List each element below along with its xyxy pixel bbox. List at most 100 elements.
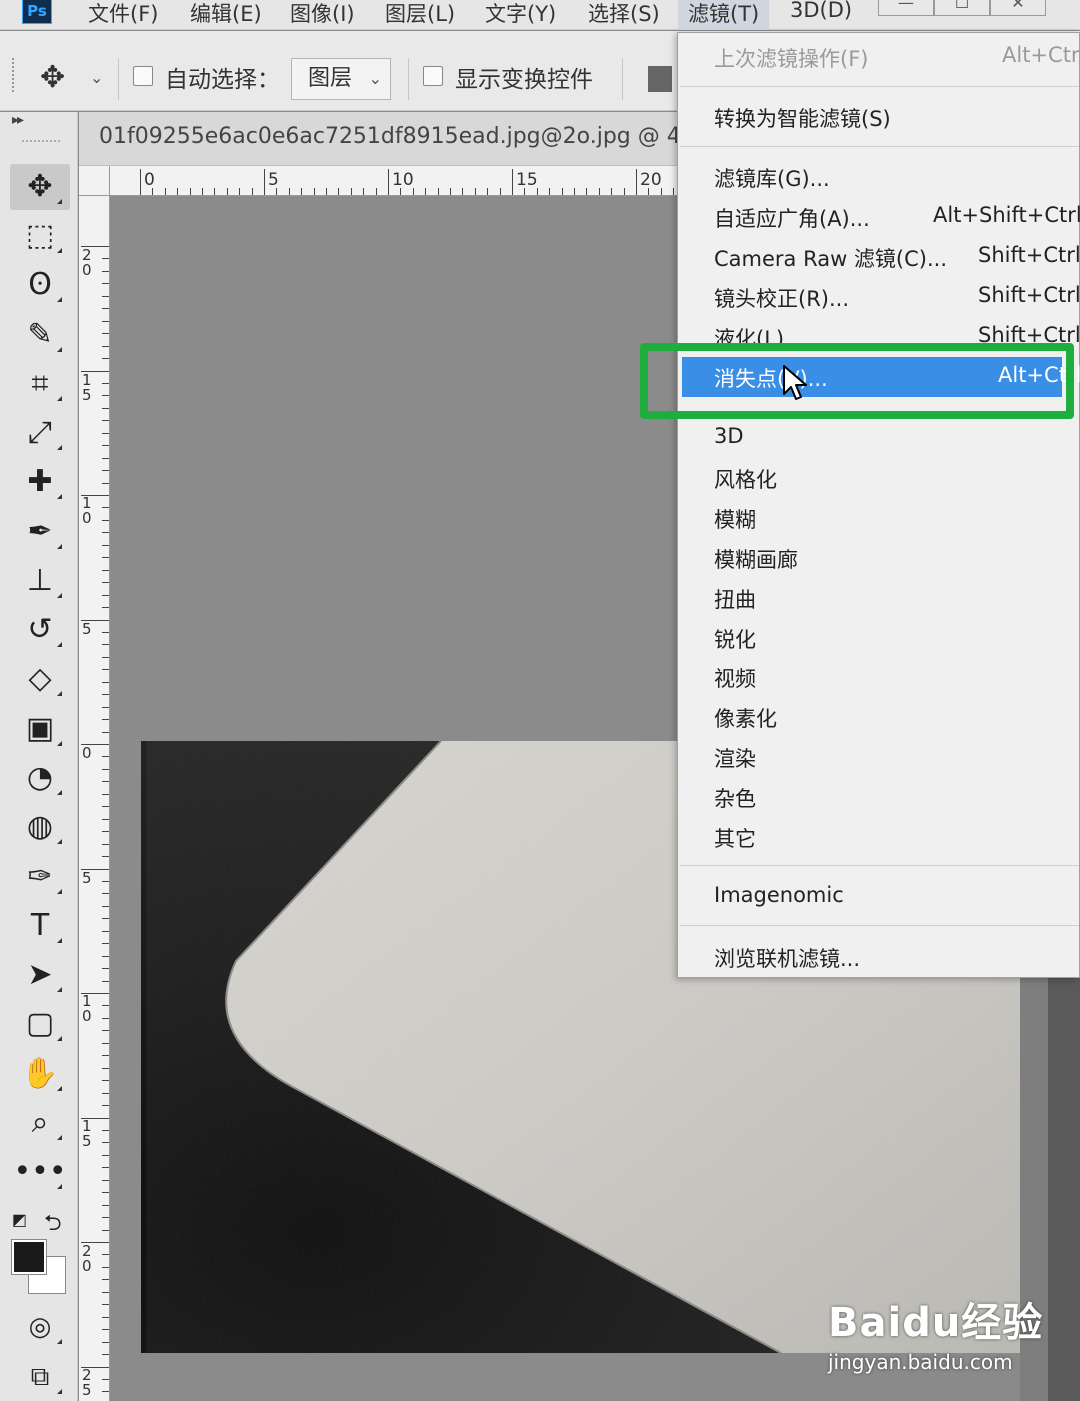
ruler-tick [81, 1117, 109, 1119]
quick-mask-icon[interactable]: ◎ [10, 1304, 70, 1350]
ruler-tick [102, 283, 109, 285]
pen-tool-icon[interactable]: ✑ [10, 854, 70, 900]
menu-item-3d[interactable]: 3D [678, 418, 1080, 458]
menu-item-convert-smart-filter[interactable]: 转换为智能滤镜(S) [678, 97, 1080, 137]
ruler-label: 5 [82, 869, 92, 887]
menu-edit[interactable]: 编辑(E) [190, 0, 262, 28]
swap-colors-icon[interactable]: ⮌ [44, 1206, 62, 1244]
history-brush-tool-icon[interactable]: ↺ [10, 607, 70, 653]
foreground-color-swatch[interactable] [11, 1239, 47, 1275]
menu-select[interactable]: 选择(S) [588, 0, 660, 28]
options-bar-grip[interactable] [12, 58, 16, 92]
zoom-tool-icon[interactable]: ⌕ [10, 1100, 70, 1146]
menu-item-camera-raw[interactable]: Camera Raw 滤镜(C)... Shift+Ctrl+A [678, 237, 1080, 277]
menu-item-video[interactable]: 视频 [678, 657, 1080, 697]
menu-item-blur-gallery[interactable]: 模糊画廊 [678, 538, 1080, 578]
menu-filter[interactable]: 滤镜(T) [678, 0, 770, 30]
menu-separator [680, 865, 1079, 866]
eyedropper-tool-icon[interactable]: ⤢ [10, 410, 70, 456]
ruler-tick [102, 1254, 109, 1256]
menu-layer[interactable]: 图层(L) [385, 0, 455, 28]
type-tool-icon[interactable]: T [10, 903, 70, 949]
ruler-tick [102, 968, 109, 970]
annotation-highlight-box [640, 343, 1074, 419]
healing-brush-tool-icon[interactable]: ✚ [10, 459, 70, 505]
marquee-tool-icon[interactable]: ⬚ [10, 213, 70, 259]
close-button[interactable]: ✕ [990, 0, 1046, 16]
document-tab[interactable]: 01f09255e6ac0e6ac7251df8915ead.jpg@2o.jp… [79, 112, 737, 166]
shape-tool-icon[interactable]: ▢ [10, 1001, 70, 1047]
hand-tool-icon[interactable]: ✋ [10, 1051, 70, 1097]
auto-select-target-dropdown[interactable]: 图层 ⌄ [291, 58, 391, 100]
menu-item-imagenomic[interactable]: Imagenomic [678, 877, 1080, 917]
ruler-tick [177, 188, 179, 195]
ruler-tick [102, 1316, 109, 1318]
menu-item-label: 模糊画廊 [714, 548, 798, 572]
show-transform-checkbox[interactable] [423, 66, 443, 86]
more-tools-icon[interactable]: ••• [10, 1149, 70, 1195]
quick-select-tool-icon[interactable]: ✎ [10, 312, 70, 358]
brush-tool-icon[interactable]: ✒ [10, 509, 70, 555]
auto-select-checkbox[interactable] [133, 66, 153, 86]
ruler-label: 10 [392, 170, 414, 190]
ruler-tick [512, 169, 513, 195]
menu-item-label: 风格化 [714, 468, 777, 492]
ruler-tick [400, 188, 402, 195]
screen-mode-icon[interactable]: ⧉ [10, 1354, 70, 1400]
ruler-tick [102, 719, 109, 721]
gradient-tool-icon[interactable]: ▣ [10, 706, 70, 752]
menu-item-label: 杂色 [714, 787, 756, 811]
lasso-tool-icon[interactable]: ʘ [10, 262, 70, 308]
maximize-button[interactable]: ☐ [934, 0, 990, 16]
menu-item-other[interactable]: 其它 [678, 817, 1080, 857]
eraser-tool-icon[interactable]: ◇ [10, 656, 70, 702]
ruler-tick [102, 694, 109, 696]
vertical-ruler[interactable]: 20 15 10 5 0 5 10 15 20 25 [79, 196, 110, 1401]
default-colors-icon[interactable]: ◩ [12, 1210, 27, 1229]
ruler-tick [251, 188, 253, 195]
ruler-tick [102, 1154, 109, 1156]
menu-item-distort[interactable]: 扭曲 [678, 578, 1080, 618]
ruler-tick [102, 905, 109, 907]
blur-tool-icon[interactable]: ◔ [10, 755, 70, 801]
photoshop-logo-icon: Ps [22, 0, 52, 24]
path-select-tool-icon[interactable]: ➤ [10, 952, 70, 998]
collapse-panel-icon[interactable]: ▸▸ [12, 112, 24, 128]
menu-item-blur[interactable]: 模糊 [678, 498, 1080, 538]
ruler-tick [524, 188, 526, 195]
clone-stamp-tool-icon[interactable]: ⊥ [10, 558, 70, 604]
menu-item-label: 3D [714, 424, 744, 448]
move-tool-preset-icon[interactable]: ✥ [40, 60, 65, 95]
crop-tool-icon[interactable]: ⌗ [10, 361, 70, 407]
menu-item-render[interactable]: 渲染 [678, 737, 1080, 777]
ruler-tick [102, 445, 109, 447]
menu-item-filter-gallery[interactable]: 滤镜库(G)... [678, 157, 1080, 197]
menu-type[interactable]: 文字(Y) [485, 0, 556, 28]
menu-item-last-filter[interactable]: 上次滤镜操作(F) Alt+Ctrl+F [678, 37, 1080, 77]
menu-file[interactable]: 文件(F) [88, 0, 158, 28]
menu-item-pixelate[interactable]: 像素化 [678, 697, 1080, 737]
chevron-down-icon[interactable]: ⌄ [90, 68, 103, 87]
ruler-tick [202, 188, 203, 195]
horizontal-ruler[interactable]: 0 5 10 15 20 [110, 166, 680, 196]
menu-item-stylize[interactable]: 风格化 [678, 458, 1080, 498]
move-tool-icon[interactable]: ✥ [10, 164, 70, 210]
menu-3d[interactable]: 3D(D) [790, 0, 852, 22]
menu-item-lens-correction[interactable]: 镜头校正(R)... Shift+Ctrl+R [678, 277, 1080, 317]
ruler-tick [164, 188, 166, 195]
align-top-icon[interactable] [648, 66, 672, 92]
ruler-tick [102, 781, 109, 783]
ruler-tick [102, 1105, 109, 1107]
dodge-tool-icon[interactable]: ◍ [10, 804, 70, 850]
menu-image[interactable]: 图像(I) [290, 0, 355, 28]
ruler-origin[interactable] [79, 166, 110, 196]
menu-item-label: 锐化 [714, 628, 756, 652]
menu-item-adaptive-wide-angle[interactable]: 自适应广角(A)... Alt+Shift+Ctrl+A [678, 197, 1080, 237]
tools-panel-grip[interactable] [22, 140, 60, 144]
menu-item-sharpen[interactable]: 锐化 [678, 618, 1080, 658]
menu-item-browse-online-filters[interactable]: 浏览联机滤镜... [678, 937, 1080, 977]
menu-item-noise[interactable]: 杂色 [678, 777, 1080, 817]
ruler-tick [102, 544, 109, 546]
minimize-button[interactable]: — [878, 0, 934, 16]
menu-item-shortcut: Alt+Shift+Ctrl+A [933, 203, 1080, 227]
